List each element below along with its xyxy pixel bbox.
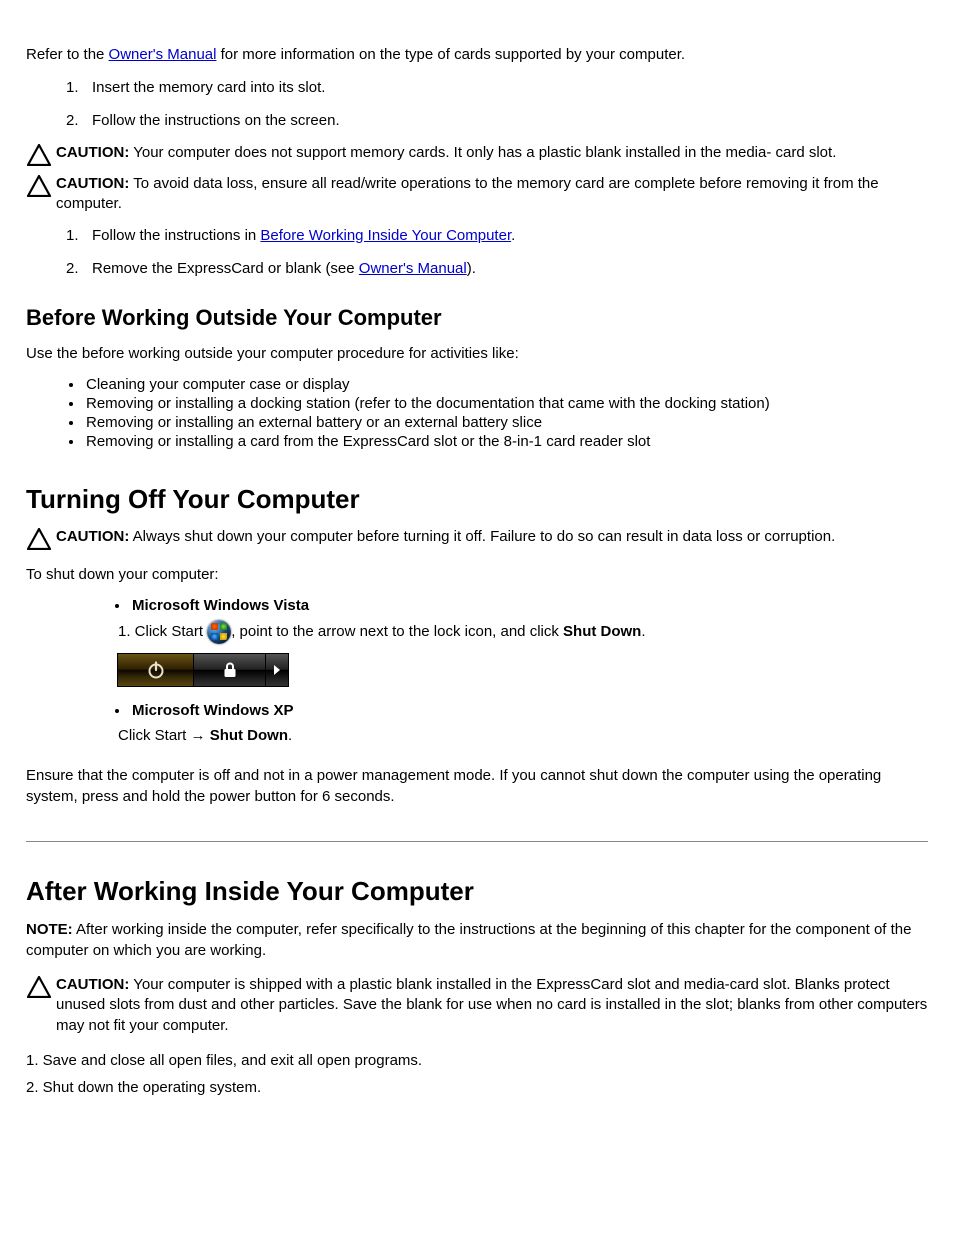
caution-label: CAUTION: [56,528,129,545]
activities-list: Cleaning your computer case or display R… [26,376,928,450]
caution-label: CAUTION: [56,144,129,161]
caution-label: CAUTION: [56,175,129,192]
text: 1. Click Start [118,622,207,639]
step-text: Insert the memory card into its slot. [92,77,928,98]
list-item: Removing or installing an external batte… [84,414,928,431]
shut-down-bold: Shut Down [210,727,288,744]
caution-2: CAUTION: To avoid data loss, ensure all … [26,174,928,215]
before-working-inside-link[interactable]: Before Working Inside Your Computer [260,227,511,244]
intro-line: Refer to the Owner's Manual for more inf… [26,44,928,65]
step-number: 1. [26,77,92,98]
heading-before-outside: Before Working Outside Your Computer [26,305,928,331]
arrow-right-icon [266,654,288,686]
text: ). [467,260,476,277]
text: . [288,727,292,744]
caution-label: CAUTION: [56,976,129,993]
power-button-icon [118,654,194,686]
caution-3: CAUTION: Always shut down your computer … [26,527,928,550]
text: Refer to the [26,46,109,63]
lock-icon [194,654,266,686]
text: . [511,227,515,244]
arrow-text: → [191,727,210,744]
xp-item: Microsoft Windows XP [130,702,928,719]
caution-text: Always shut down your computer before tu… [129,528,835,545]
shutdown-os-step: 2. Shut down the operating system. [26,1079,928,1096]
caution-1: CAUTION: Your computer does not support … [26,143,928,166]
step-number: 2. [26,258,92,279]
shut-down-bold: Shut Down [563,622,641,639]
activities-intro: Use the before working outside your comp… [26,343,928,364]
divider [26,841,928,842]
vista-power-bar-image [118,654,288,686]
heading-after-working: After Working Inside Your Computer [26,876,928,907]
note-line: NOTE: After working inside the computer,… [26,919,928,961]
heading-turning-off: Turning Off Your Computer [26,484,928,515]
note-text: After working inside the computer, refer… [26,921,911,959]
text: , point to the arrow next to the lock ic… [231,622,563,639]
text: for more information on the type of card… [216,46,685,63]
owners-manual-link-2[interactable]: Owner's Manual [359,260,467,277]
step-number: 1. [26,225,92,246]
step-number: 2. [26,110,92,131]
text: Follow the instructions in [92,227,260,244]
vista-item: Microsoft Windows Vista [130,597,928,614]
list-item: Cleaning your computer case or display [84,376,928,393]
vista-step: 1. Click Start , point to the arrow next… [26,620,928,644]
shutdown-intro: To shut down your computer: [26,564,928,585]
save-close-step: 1. Save and close all open files, and ex… [26,1052,928,1069]
xp-step: Click Start → Shut Down. [26,725,928,748]
caution-text: To avoid data loss, ensure all read/writ… [56,175,879,212]
note-label: NOTE: [26,921,73,938]
ensure-off: Ensure that the computer is off and not … [26,765,928,807]
text: Click Start [118,727,191,744]
caution-text: Your computer does not support memory ca… [129,144,836,161]
text: . [641,622,645,639]
list-item: Removing or installing a docking station… [84,395,928,412]
caution-icon [26,144,52,166]
heading-vista: Microsoft Windows Vista [132,597,309,614]
caution-icon [26,976,52,998]
heading-xp: Microsoft Windows XP [132,702,294,719]
text: Remove the ExpressCard or blank (see [92,260,359,277]
step-2: 2. Follow the instructions on the screen… [26,110,928,131]
step-text: Follow the instructions on the screen. [92,110,928,131]
caution-4: CAUTION: Your computer is shipped with a… [26,975,928,1036]
start-orb-icon [207,620,231,644]
caution-icon [26,175,52,197]
step-5: 1. Follow the instructions in Before Wor… [26,225,928,246]
caution-icon [26,528,52,550]
owners-manual-link[interactable]: Owner's Manual [109,46,217,63]
step-6: 2. Remove the ExpressCard or blank (see … [26,258,928,279]
caution-text: Your computer is shipped with a plastic … [56,976,927,1034]
step-1: 1. Insert the memory card into its slot. [26,77,928,98]
list-item: Removing or installing a card from the E… [84,433,928,450]
